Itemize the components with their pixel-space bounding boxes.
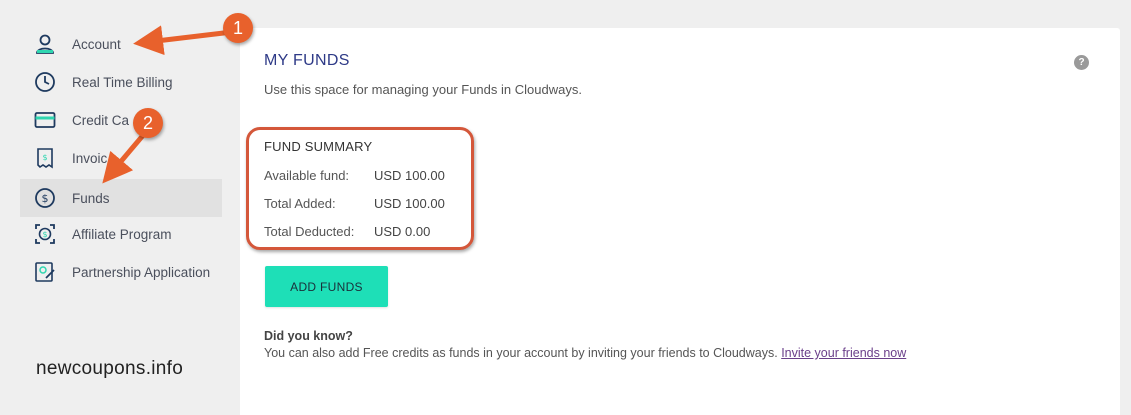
- help-icon[interactable]: ?: [1074, 55, 1089, 70]
- sidebar-item-partnership-application[interactable]: Partnership Application: [20, 253, 222, 291]
- sidebar-item-funds[interactable]: $ Funds: [20, 179, 222, 217]
- user-icon: [33, 32, 57, 56]
- sidebar-item-credit-card[interactable]: Credit Ca: [20, 101, 222, 139]
- svg-text:$: $: [42, 153, 47, 162]
- summary-row-deducted: Total Deducted: USD 0.00: [264, 224, 430, 239]
- invite-friends-link[interactable]: Invite your friends now: [781, 346, 906, 360]
- summary-value: USD 100.00: [374, 196, 445, 211]
- sidebar-item-label: Real Time Billing: [72, 74, 173, 90]
- sidebar: Account Real Time Billing Credit Ca $ In…: [0, 0, 232, 415]
- summary-row-available: Available fund: USD 100.00: [264, 168, 445, 183]
- summary-label: Available fund:: [264, 168, 350, 183]
- summary-row-added: Total Added: USD 100.00: [264, 196, 445, 211]
- sidebar-item-affiliate-program[interactable]: $ Affiliate Program: [20, 215, 222, 253]
- sidebar-item-account[interactable]: Account: [20, 25, 222, 63]
- did-you-know-text: You can also add Free credits as funds i…: [264, 346, 906, 360]
- svg-text:$: $: [42, 192, 49, 205]
- credit-card-icon: [33, 108, 57, 132]
- summary-value: USD 100.00: [374, 168, 445, 183]
- did-you-know-title: Did you know?: [264, 329, 353, 343]
- watermark: newcoupons.info: [36, 358, 184, 379]
- summary-label: Total Deducted:: [264, 224, 355, 239]
- sidebar-item-label: Account: [72, 36, 121, 52]
- did-you-know-body: You can also add Free credits as funds i…: [264, 346, 782, 360]
- invoice-icon: $: [33, 146, 57, 170]
- sidebar-item-label: Partnership Application: [72, 264, 211, 280]
- annotation-badge-1: 1: [223, 13, 253, 43]
- sidebar-item-label: Credit Ca: [72, 112, 130, 128]
- sidebar-item-label: Invoic: [72, 150, 108, 166]
- sidebar-item-label: Affiliate Program: [72, 226, 172, 242]
- svg-text:$: $: [42, 230, 47, 239]
- main-panel: MY FUNDS Use this space for managing you…: [240, 28, 1120, 415]
- add-funds-button[interactable]: ADD FUNDS: [265, 266, 388, 307]
- annotation-badge-2: 2: [133, 108, 163, 138]
- clock-icon: [33, 70, 57, 94]
- dollar-circle-icon: $: [33, 186, 57, 210]
- sidebar-item-real-time-billing[interactable]: Real Time Billing: [20, 63, 222, 101]
- summary-value: USD 0.00: [374, 224, 431, 239]
- partnership-icon: [33, 260, 57, 284]
- affiliate-icon: $: [33, 222, 57, 246]
- page-title: MY FUNDS: [264, 52, 350, 69]
- sidebar-item-label: Funds: [72, 190, 110, 206]
- page-subtitle: Use this space for managing your Funds i…: [264, 82, 582, 97]
- fund-summary-title: FUND SUMMARY: [264, 139, 373, 154]
- summary-label: Total Added:: [264, 196, 336, 211]
- sidebar-item-invoices[interactable]: $ Invoic: [20, 139, 222, 177]
